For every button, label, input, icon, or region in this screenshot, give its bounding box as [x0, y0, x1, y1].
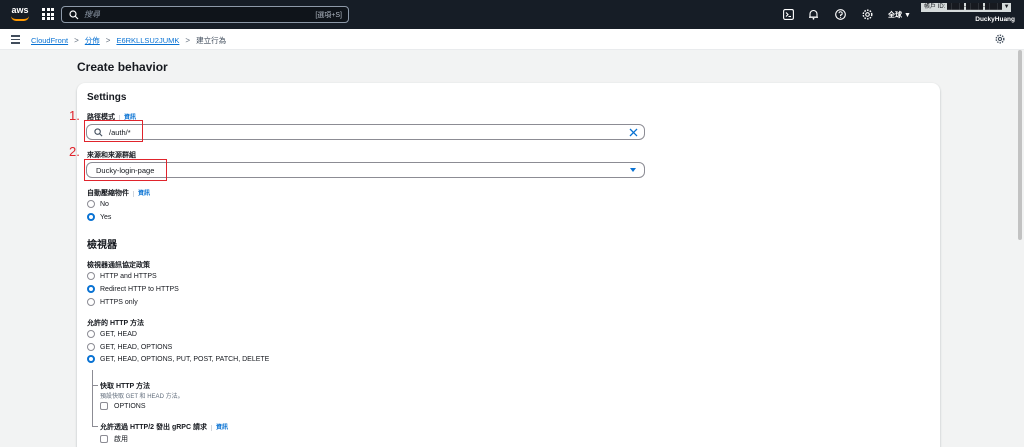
- checkbox-icon: [100, 402, 108, 410]
- grpc-info-link[interactable]: 資訊: [210, 425, 228, 431]
- allowed-methods-label: 允許的 HTTP 方法: [87, 320, 145, 327]
- cloudshell-icon[interactable]: [783, 9, 794, 20]
- breadcrumb-separator: >: [74, 36, 79, 45]
- settings-heading: Settings: [87, 92, 127, 103]
- aws-smile-icon: [11, 16, 29, 21]
- search-placeholder: 搜尋: [84, 10, 100, 19]
- cache-methods-label: 快取 HTTP 方法: [100, 383, 151, 390]
- breadcrumb-bar: CloudFront > 分佈 > E6RKLLSU2JUMK > 建立行為: [0, 29, 1024, 50]
- breadcrumb-separator: >: [185, 36, 191, 45]
- methods-option-get-head-options[interactable]: GET, HEAD, OPTIONS: [87, 343, 172, 351]
- path-pattern-value: /auth/*: [109, 127, 131, 137]
- gear-icon[interactable]: [862, 9, 873, 20]
- viewer-protocol-label: 檢視器通訊協定政策: [87, 262, 150, 269]
- global-search-input[interactable]: 搜尋 [選項+S]: [61, 6, 349, 23]
- origin-select[interactable]: Ducky-login-page: [86, 162, 645, 178]
- compress-option-no[interactable]: No: [87, 200, 109, 208]
- username: DuckyHuang: [975, 16, 1015, 23]
- cache-methods-description: 預設快取 GET 和 HEAD 方法。: [100, 394, 184, 400]
- methods-option-all[interactable]: GET, HEAD, OPTIONS, PUT, POST, PATCH, DE…: [87, 355, 269, 363]
- grpc-enable-checkbox[interactable]: 啟用: [100, 434, 128, 444]
- menu-icon[interactable]: [11, 35, 20, 44]
- clear-icon[interactable]: [629, 128, 638, 137]
- page-title: Create behavior: [77, 60, 168, 74]
- radio-selected-icon: [87, 285, 95, 293]
- breadcrumb-distributions[interactable]: 分佈: [85, 35, 100, 46]
- radio-icon: [87, 298, 95, 306]
- tree-connector: [92, 385, 98, 386]
- region-selector[interactable]: 全球 ▼: [888, 10, 911, 20]
- radio-selected-icon: [87, 213, 95, 221]
- radio-icon: [87, 343, 95, 351]
- search-shortcut: [選項+S]: [315, 11, 342, 19]
- search-icon: [69, 9, 79, 19]
- preferences-icon[interactable]: [995, 34, 1005, 44]
- tree-connector: [92, 426, 98, 427]
- radio-icon: [87, 330, 95, 338]
- bell-icon[interactable]: [808, 9, 819, 20]
- radio-selected-icon: [87, 355, 95, 363]
- protocol-option-redirect[interactable]: Redirect HTTP to HTTPS: [87, 285, 179, 293]
- methods-option-get-head[interactable]: GET, HEAD: [87, 330, 137, 338]
- breadcrumb: CloudFront > 分佈 > E6RKLLSU2JUMK > 建立行為: [31, 35, 226, 46]
- caret-down-icon: [630, 168, 636, 172]
- account-id: 帳戶 ID: ████-████-████ ▼: [921, 3, 1011, 12]
- breadcrumb-current: 建立行為: [196, 36, 227, 45]
- origin-value: Ducky-login-page: [96, 165, 155, 175]
- top-navigation-bar: aws 搜尋 [選項+S] 全球 ▼ 帳戶 ID: ████-████-████…: [0, 0, 1024, 29]
- services-menu-icon[interactable]: [42, 8, 54, 20]
- breadcrumb-cloudfront[interactable]: CloudFront: [31, 36, 68, 45]
- compress-info-link[interactable]: 資訊: [133, 191, 151, 197]
- annotation-number-2: 2.: [69, 144, 80, 159]
- aws-logo[interactable]: aws: [9, 5, 31, 23]
- viewer-heading: 檢視器: [87, 240, 117, 251]
- breadcrumb-separator: >: [105, 36, 111, 45]
- cache-options-checkbox[interactable]: OPTIONS: [100, 402, 146, 410]
- account-menu[interactable]: 帳戶 ID: ████-████-████ ▼ DuckyHuang: [921, 1, 1019, 28]
- compress-label: 自動壓縮物件 資訊: [87, 190, 151, 197]
- path-pattern-input[interactable]: /auth/*: [86, 124, 645, 140]
- grpc-label: 允許透過 HTTP/2 發出 gRPC 請求 資訊: [100, 424, 228, 431]
- radio-icon: [87, 200, 95, 208]
- annotation-box-origin: [84, 159, 167, 181]
- checkbox-icon: [100, 435, 108, 443]
- tree-connector: [92, 370, 93, 427]
- help-icon[interactable]: [835, 9, 846, 20]
- compress-option-yes[interactable]: Yes: [87, 213, 111, 221]
- page-scrollbar[interactable]: [1018, 50, 1022, 240]
- annotation-box-path: [84, 120, 143, 142]
- radio-icon: [87, 272, 95, 280]
- protocol-option-https-only[interactable]: HTTPS only: [87, 298, 138, 306]
- annotation-number-1: 1.: [69, 108, 80, 123]
- protocol-option-http-https[interactable]: HTTP and HTTPS: [87, 272, 157, 280]
- breadcrumb-distribution-id[interactable]: E6RKLLSU2JUMK: [116, 36, 179, 45]
